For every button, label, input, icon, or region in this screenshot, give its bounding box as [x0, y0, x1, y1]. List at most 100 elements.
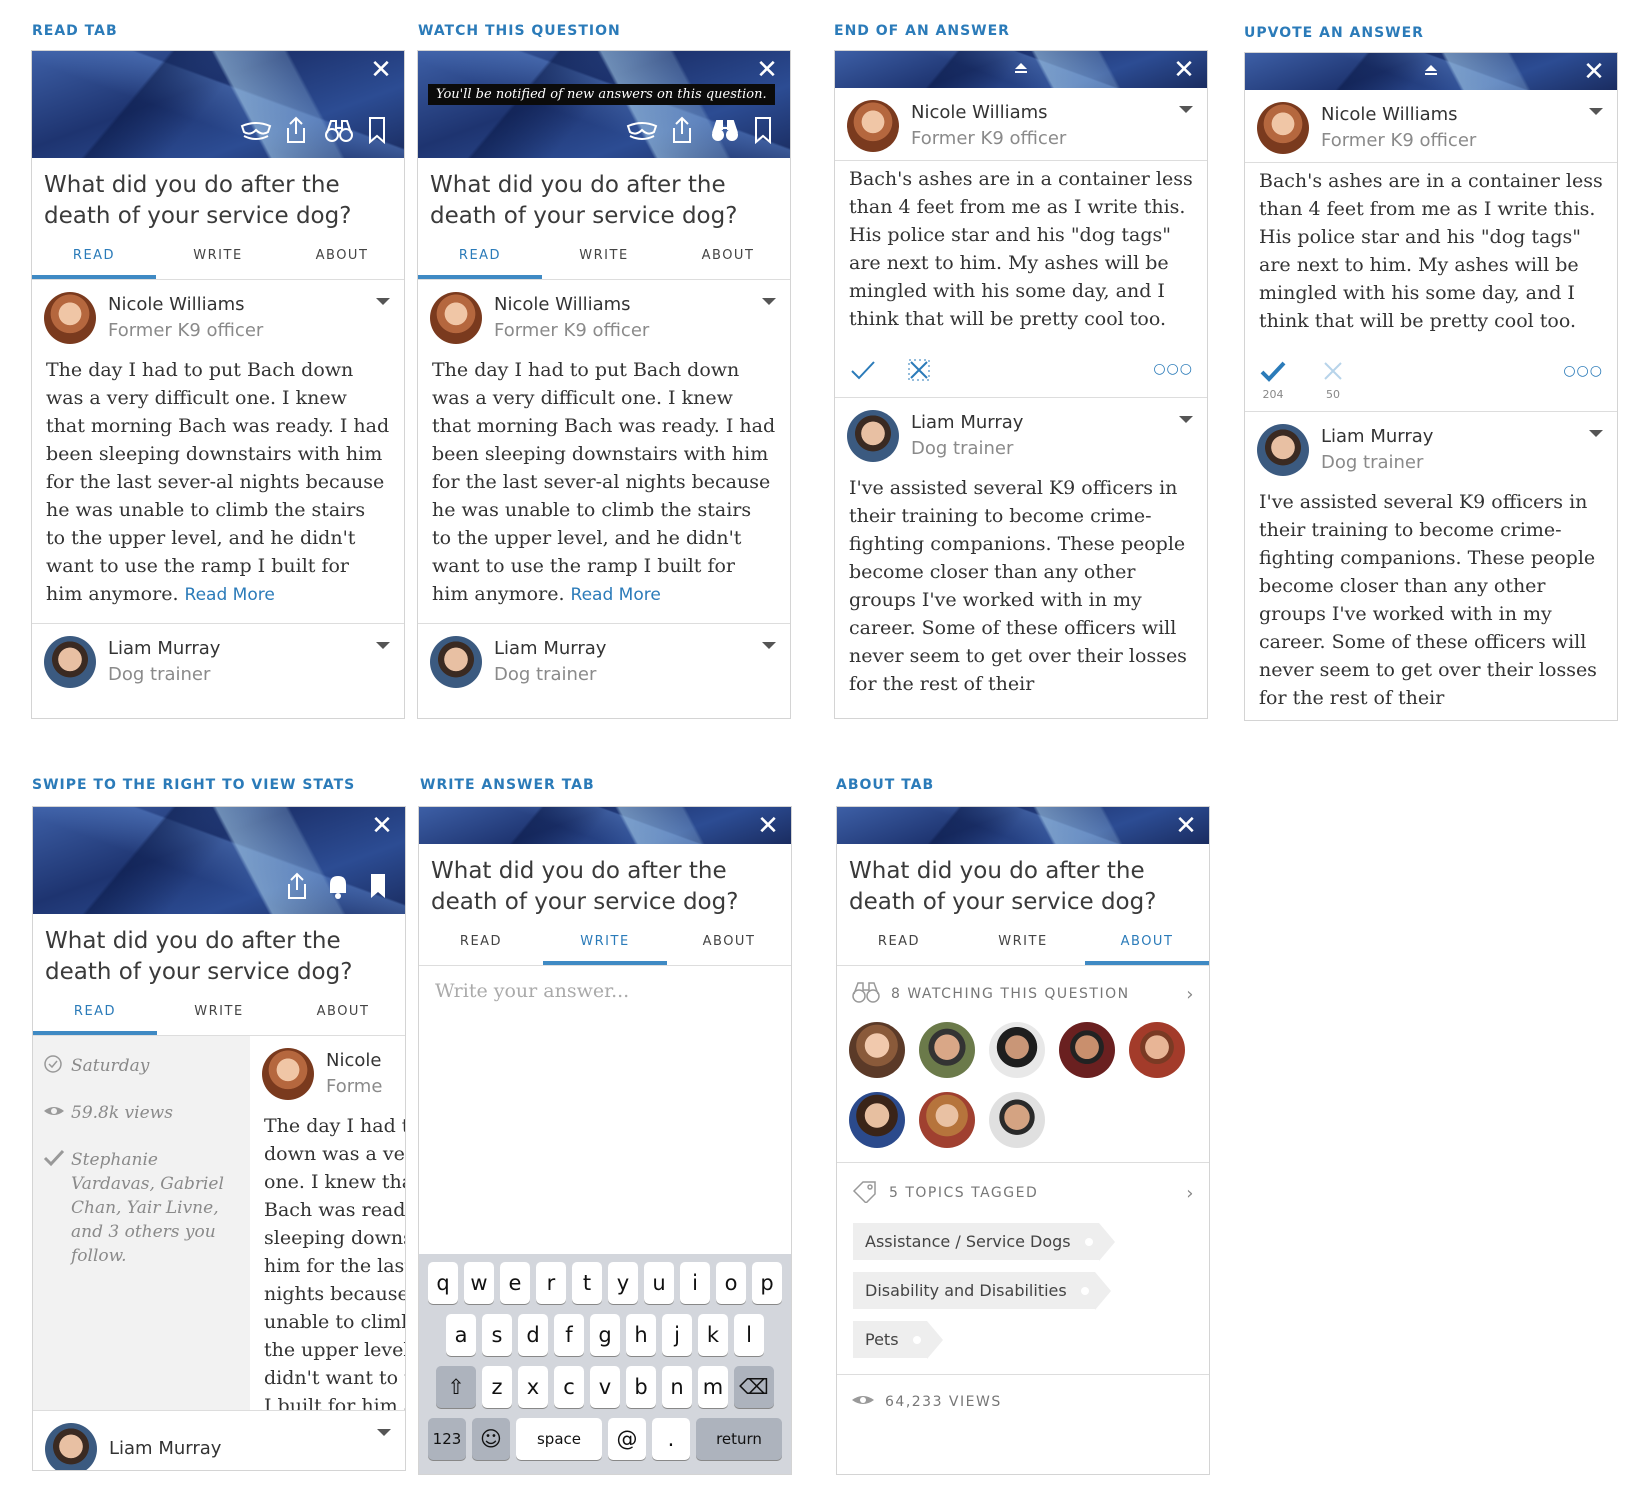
share-icon[interactable] — [668, 116, 696, 144]
caret-down-icon[interactable] — [1589, 108, 1603, 115]
key-j[interactable]: j — [662, 1314, 692, 1356]
share-icon[interactable] — [282, 116, 310, 144]
tab-about[interactable]: ABOUT — [1085, 924, 1209, 965]
answer-author[interactable]: Liam Murray — [33, 1411, 405, 1470]
caret-down-icon[interactable] — [762, 642, 776, 649]
close-icon[interactable]: ✕ — [368, 57, 394, 83]
key-k[interactable]: k — [698, 1314, 728, 1356]
avatar[interactable] — [919, 1092, 975, 1148]
bookmark-icon[interactable] — [752, 116, 780, 145]
read-more-link[interactable]: Read More — [571, 585, 661, 605]
author-name[interactable]: Liam Murray — [108, 636, 220, 662]
key-b[interactable]: b — [626, 1366, 656, 1408]
tab-about[interactable]: ABOUT — [666, 238, 790, 279]
question-banner[interactable]: ✕ — [835, 51, 1207, 88]
key-r[interactable]: r — [536, 1262, 566, 1304]
avatar[interactable] — [1257, 424, 1309, 476]
answer-author[interactable]: Liam Murray Dog trainer — [835, 398, 1207, 470]
author-name[interactable]: Liam Murray — [1321, 424, 1433, 450]
avatar[interactable] — [430, 292, 482, 344]
share-icon[interactable] — [283, 872, 311, 900]
avatar[interactable] — [989, 1022, 1045, 1078]
avatar[interactable] — [262, 1048, 314, 1100]
downvote-icon[interactable] — [907, 358, 931, 387]
author-name[interactable]: Nicole Williams — [494, 292, 649, 318]
caret-down-icon[interactable] — [376, 642, 390, 649]
tab-read[interactable]: READ — [418, 238, 542, 279]
close-icon[interactable]: ✕ — [755, 813, 781, 839]
key-i[interactable]: i — [680, 1262, 710, 1304]
at-key[interactable]: @ — [608, 1418, 646, 1460]
tab-read[interactable]: READ — [837, 924, 961, 965]
tab-write[interactable]: WRITE — [542, 238, 666, 279]
tab-read[interactable]: READ — [419, 924, 543, 965]
mask-icon[interactable] — [240, 116, 272, 144]
emoji-key[interactable]: ☺ — [472, 1418, 510, 1460]
tab-write[interactable]: WRITE — [157, 994, 281, 1035]
caret-down-icon[interactable] — [1589, 430, 1603, 437]
bookmark-icon[interactable] — [367, 872, 395, 900]
key-w[interactable]: w — [464, 1262, 494, 1304]
answer-author[interactable]: Liam Murray Dog trainer — [1245, 412, 1617, 484]
numbers-key[interactable]: 123 — [428, 1418, 466, 1460]
upvote-icon[interactable] — [1259, 359, 1287, 388]
read-more-link[interactable]: Read More — [185, 585, 275, 605]
avatar[interactable] — [849, 1092, 905, 1148]
author-name[interactable]: Liam Murray — [494, 636, 606, 662]
watchers-header[interactable]: 8 WATCHING THIS QUESTION › — [837, 966, 1209, 1018]
key-e[interactable]: e — [500, 1262, 530, 1304]
close-icon[interactable]: ✕ — [1171, 57, 1197, 83]
key-x[interactable]: x — [518, 1366, 548, 1408]
more-options-icon[interactable]: ○○○ — [1153, 361, 1193, 377]
author-name[interactable]: Nicole — [326, 1048, 382, 1074]
swipe-area[interactable]: Saturday 59.8k views Stephanie Vardavas,… — [33, 1036, 405, 1410]
author-name[interactable]: Nicole Williams — [108, 292, 263, 318]
caret-down-icon[interactable] — [377, 1429, 391, 1436]
key-f[interactable]: f — [554, 1314, 584, 1356]
author-name[interactable]: Nicole Williams — [911, 100, 1066, 126]
collapse-up-icon[interactable] — [1013, 60, 1029, 76]
dot-key[interactable]: . — [652, 1418, 690, 1460]
close-icon[interactable]: ✕ — [754, 57, 780, 83]
bookmark-icon[interactable] — [366, 116, 394, 145]
close-icon[interactable]: ✕ — [369, 813, 395, 839]
key-p[interactable]: p — [752, 1262, 782, 1304]
answer-author[interactable]: Nicole Forme — [250, 1036, 405, 1108]
space-key[interactable]: space — [516, 1418, 602, 1460]
topics-header[interactable]: 5 TOPICS TAGGED › — [837, 1163, 1209, 1217]
tab-about[interactable]: ABOUT — [280, 238, 404, 279]
topic-chip[interactable]: Pets — [853, 1321, 942, 1359]
avatar[interactable] — [919, 1022, 975, 1078]
avatar[interactable] — [989, 1092, 1045, 1148]
tab-write[interactable]: WRITE — [961, 924, 1085, 965]
avatar[interactable] — [847, 410, 899, 462]
upvote-icon[interactable] — [849, 358, 877, 387]
key-t[interactable]: t — [572, 1262, 602, 1304]
tab-about[interactable]: ABOUT — [281, 994, 405, 1035]
collapse-up-icon[interactable] — [1423, 62, 1439, 78]
avatar[interactable] — [847, 100, 899, 152]
key-u[interactable]: u — [644, 1262, 674, 1304]
shift-key[interactable]: ⇧ — [436, 1366, 476, 1408]
key-g[interactable]: g — [590, 1314, 620, 1356]
more-options-icon[interactable]: ○○○ — [1563, 363, 1603, 379]
tab-about[interactable]: ABOUT — [667, 924, 791, 965]
key-l[interactable]: l — [734, 1314, 764, 1356]
answer-author[interactable]: Nicole Williams Former K9 officer — [32, 280, 404, 352]
backspace-key[interactable]: ⌫ — [734, 1366, 774, 1408]
bell-icon[interactable] — [325, 872, 353, 900]
avatar[interactable] — [44, 292, 96, 344]
binoculars-icon[interactable] — [710, 116, 738, 144]
topic-chip[interactable]: Disability and Disabilities — [853, 1272, 1111, 1310]
tab-write[interactable]: WRITE — [156, 238, 280, 279]
question-banner[interactable]: ✕ — [1245, 53, 1617, 90]
avatar[interactable] — [849, 1022, 905, 1078]
avatar[interactable] — [1257, 102, 1309, 154]
avatar[interactable] — [430, 636, 482, 688]
answer-author[interactable]: Nicole Williams Former K9 officer — [835, 88, 1207, 160]
caret-down-icon[interactable] — [1179, 416, 1193, 423]
answer-author[interactable]: Liam Murray Dog trainer — [418, 624, 790, 696]
caret-down-icon[interactable] — [376, 298, 390, 305]
tab-write[interactable]: WRITE — [543, 924, 667, 965]
answer-author[interactable]: Liam Murray Dog trainer — [32, 624, 404, 696]
